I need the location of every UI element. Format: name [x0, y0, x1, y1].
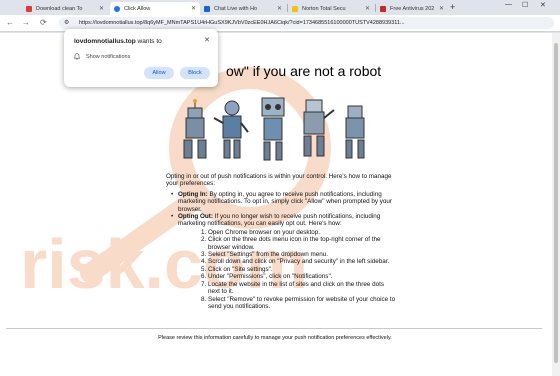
tab-close-icon[interactable]: ✕ — [439, 5, 444, 12]
robots-illustration — [183, 97, 365, 161]
footer-text: Please review this information carefully… — [158, 335, 392, 341]
step-item: Open Chrome browser on your desktop. — [208, 229, 396, 236]
opt-out-item: Opting Out: If you no longer wish to rec… — [171, 213, 396, 228]
step-item: Under "Permissions", click on "Notificat… — [208, 273, 396, 280]
tab-favicon-icon — [380, 5, 386, 12]
address-url[interactable]: https://lovdomnotiallus.top/8q6yMF_MNmTA… — [79, 20, 549, 26]
step-item: Click on the three dots menu icon in the… — [208, 236, 396, 251]
instructions-content: Opting in or out of push notifications i… — [166, 173, 396, 310]
robot-icon — [345, 105, 365, 159]
robot-icon — [183, 99, 207, 159]
tab-favicon-icon — [114, 5, 120, 12]
back-arrow-icon[interactable]: ← — [6, 18, 14, 27]
robot-icon — [213, 100, 249, 159]
scrollbar-thumb[interactable] — [554, 43, 558, 363]
step-item: Scroll down and click on "Privacy and se… — [208, 258, 396, 265]
reload-icon[interactable]: ⟳ — [40, 18, 47, 27]
opt-out-label: Opting Out: — [178, 213, 213, 221]
bell-icon — [73, 53, 81, 62]
address-bar[interactable]: ⚙ https://lovdomnotiallus.top/8q6yMF_MNm… — [59, 17, 554, 29]
step-item: Locate the website in the list of sites … — [208, 281, 396, 296]
popup-close-icon[interactable]: ✕ — [204, 36, 210, 44]
popup-wants-to: wants to — [135, 38, 162, 45]
permission-label: Show notifications — [86, 54, 131, 60]
step-item: Select "Settings" from the dropdown menu… — [208, 251, 396, 258]
maximize-icon[interactable]: ☐ — [522, 1, 528, 9]
popup-title: lovdomnotiallus.top wants to — [74, 38, 162, 45]
tab-norton[interactable]: Norton Total Secu ✕ — [288, 2, 374, 15]
step-item: Select "Remove" to revoke permission for… — [208, 296, 396, 311]
robot-icon — [261, 97, 285, 161]
notification-permission-popup: lovdomnotiallus.top wants to ✕ Show noti… — [64, 29, 218, 87]
minimize-icon[interactable]: — — [505, 1, 512, 8]
steps-list: Open Chrome browser on your desktop. Cli… — [166, 229, 396, 310]
tab-strip: Download clean To ✕ Click Allow ✕ Chat L… — [0, 0, 560, 15]
page-scrollbar[interactable] — [552, 33, 560, 376]
tab-close-icon[interactable]: ✕ — [99, 5, 104, 12]
tab-favicon-icon — [204, 5, 210, 12]
new-tab-plus-icon[interactable]: + — [450, 2, 455, 12]
tab-free-antivirus[interactable]: Free Antivirus 202 ✕ — [376, 2, 448, 15]
tab-close-icon[interactable]: ✕ — [277, 5, 282, 12]
tab-favicon-icon — [26, 5, 32, 12]
tab-download-clean[interactable]: Download clean To ✕ — [22, 2, 108, 15]
page-headline: ow" if you are not a robot — [226, 63, 382, 79]
tab-label: Click Allow — [124, 5, 151, 12]
tab-label: Download clean To — [36, 5, 83, 12]
opt-in-label: Opting In: — [178, 190, 208, 198]
intro-text: Opting in or out of push notifications i… — [166, 173, 392, 188]
tab-label: Norton Total Secu — [302, 5, 346, 12]
opt-in-text: By opting in, you agree to receive push … — [178, 190, 392, 213]
allow-button[interactable]: Allow — [144, 67, 174, 79]
footer-divider — [6, 328, 542, 329]
tab-close-icon[interactable]: ✕ — [191, 5, 196, 12]
tab-chat-live[interactable]: Chat Live with Ho ✕ — [200, 2, 286, 15]
block-button[interactable]: Block — [180, 67, 210, 79]
tab-label: Chat Live with Ho — [214, 5, 258, 12]
step-item: Click on "Site settings". — [208, 266, 396, 273]
robot-icon — [303, 99, 335, 157]
popup-site: lovdomnotiallus.top — [74, 38, 136, 45]
opt-in-item: Opting In: By opting in, you agree to re… — [171, 190, 396, 213]
tab-label: Free Antivirus 202 — [390, 5, 435, 12]
tab-close-icon[interactable]: ✕ — [365, 5, 370, 12]
tab-click-allow[interactable]: Click Allow ✕ — [110, 2, 200, 15]
site-info-icon[interactable]: ⚙ — [64, 19, 69, 26]
window-close-icon[interactable]: ✕ — [540, 1, 546, 9]
forward-arrow-icon[interactable]: → — [22, 18, 30, 27]
tab-favicon-icon — [292, 5, 298, 12]
options-list: Opting In: By opting in, you agree to re… — [166, 191, 396, 228]
